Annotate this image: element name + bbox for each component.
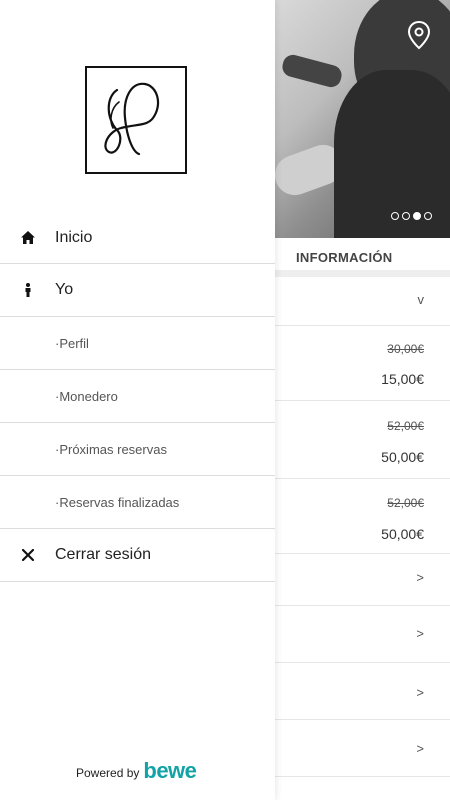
menu-item-label: Inicio	[55, 228, 93, 246]
info-section-title: INFORMACIÓN	[296, 250, 393, 265]
link-row[interactable]: >	[274, 606, 450, 663]
chevron-right-icon: >	[416, 685, 424, 700]
hero-shape	[280, 52, 344, 90]
chevron-right-icon: >	[416, 741, 424, 756]
carousel-dots	[391, 212, 432, 220]
link-row[interactable]: >	[274, 663, 450, 720]
close-icon	[20, 547, 36, 563]
brand-logo	[85, 66, 187, 174]
powered-by-footer[interactable]: Powered by bewe	[76, 758, 197, 783]
submenu-item-reservas-finalizadas[interactable]: ·Reservas finalizadas	[0, 476, 275, 529]
logout-label: Cerrar sesión	[55, 546, 152, 563]
carousel-dot-active[interactable]	[413, 212, 421, 220]
menu-item-label: Yo	[55, 281, 74, 298]
link-row[interactable]: >	[274, 554, 450, 606]
powered-by-text: Powered by	[76, 766, 140, 780]
new-price: 50,00€	[381, 526, 424, 542]
submenu-item-perfil[interactable]: ·Perfil	[0, 317, 275, 370]
chevron-right-icon: >	[416, 626, 424, 641]
submenu-item-label: ·Reservas finalizadas	[55, 494, 180, 510]
info-divider	[274, 270, 450, 277]
menu-item-yo[interactable]: Yo	[0, 264, 275, 317]
bewe-logo: bewe	[143, 758, 197, 783]
submenu-item-label: ·Perfil	[55, 335, 89, 351]
navigation-drawer: Inicio Yo ·Perfil ·Monedero ·Próximas re…	[0, 0, 275, 800]
carousel-dot[interactable]	[402, 212, 410, 220]
service-row[interactable]: 52,00€ 50,00€	[274, 401, 450, 479]
logout-button[interactable]: Cerrar sesión	[0, 529, 275, 582]
chevron-right-icon: >	[416, 570, 424, 585]
service-row[interactable]: 30,00€ 15,00€	[274, 326, 450, 401]
submenu-item-proximas-reservas[interactable]: ·Próximas reservas	[0, 423, 275, 476]
menu-item-inicio[interactable]: Inicio	[0, 212, 275, 264]
location-pin-icon[interactable]	[406, 20, 432, 50]
submenu-item-label: ·Monedero	[55, 388, 118, 404]
old-price: 52,00€	[387, 496, 424, 510]
app-root: INFORMACIÓN v 30,00€ 15,00€ 52,00€ 50,00…	[0, 0, 450, 800]
submenu-item-label: ·Próximas reservas	[55, 441, 167, 457]
old-price: 52,00€	[387, 419, 424, 433]
new-price: 50,00€	[381, 449, 424, 465]
monogram-logo-icon	[104, 82, 160, 156]
submenu-item-monedero[interactable]: ·Monedero	[0, 370, 275, 423]
info-expand-row[interactable]: v	[274, 277, 450, 326]
new-price: 15,00€	[381, 371, 424, 387]
old-price: 30,00€	[387, 342, 424, 356]
link-row[interactable]: >	[274, 720, 450, 777]
person-icon	[20, 282, 36, 298]
service-row[interactable]: 52,00€ 50,00€	[274, 479, 450, 554]
carousel-dot[interactable]	[424, 212, 432, 220]
carousel-dot[interactable]	[391, 212, 399, 220]
home-icon	[20, 230, 36, 246]
chevron-down-icon: v	[417, 292, 425, 307]
